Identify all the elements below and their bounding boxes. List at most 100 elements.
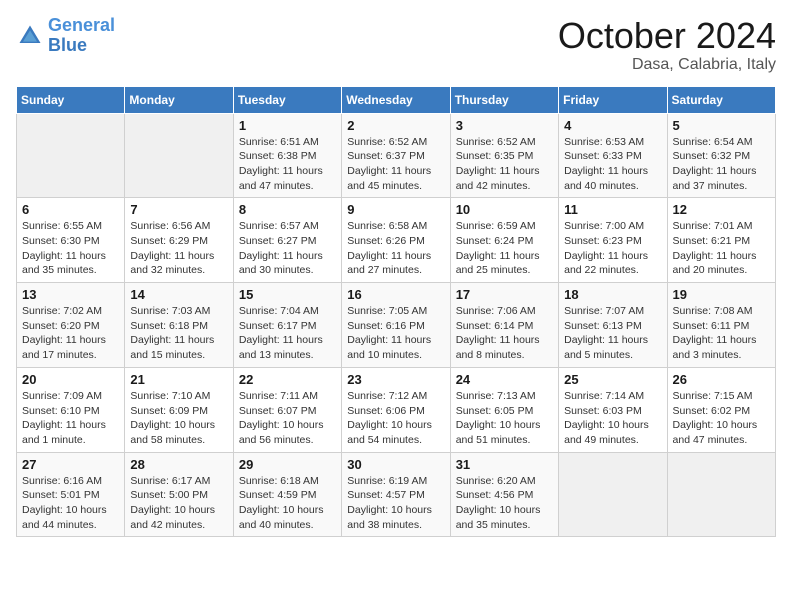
calendar-header: SundayMondayTuesdayWednesdayThursdayFrid… [17,86,776,113]
day-number: 24 [456,372,553,387]
day-info: Sunrise: 7:06 AMSunset: 6:14 PMDaylight:… [456,304,553,363]
day-number: 3 [456,118,553,133]
day-info: Sunrise: 7:14 AMSunset: 6:03 PMDaylight:… [564,389,661,448]
day-number: 13 [22,287,119,302]
day-number: 6 [22,202,119,217]
calendar-cell: 15Sunrise: 7:04 AMSunset: 6:17 PMDayligh… [233,283,341,368]
header-monday: Monday [125,86,233,113]
day-info: Sunrise: 6:16 AMSunset: 5:01 PMDaylight:… [22,474,119,533]
day-number: 7 [130,202,227,217]
calendar-cell: 11 Sunrise: 7:00 AMSunset: 6:23 PMDayligh… [559,198,667,283]
calendar-cell: 2 Sunrise: 6:52 AMSunset: 6:37 PMDaylight… [342,113,450,198]
day-number: 18 [564,287,661,302]
day-number: 10 [456,202,553,217]
day-info: Sunrise: 7:05 AMSunset: 6:16 PMDaylight:… [347,304,444,363]
logo-text: General Blue [48,16,115,56]
day-info: Sunrise: 6:55 AMSunset: 6:30 PMDaylight:… [22,219,119,278]
calendar-cell: 16 Sunrise: 7:05 AMSunset: 6:16 PMDayligh… [342,283,450,368]
week-row-1: 6 Sunrise: 6:55 AMSunset: 6:30 PMDaylight… [17,198,776,283]
day-number: 23 [347,372,444,387]
calendar-cell: 18 Sunrise: 7:07 AMSunset: 6:13 PMDayligh… [559,283,667,368]
day-number: 2 [347,118,444,133]
day-number: 9 [347,202,444,217]
header-row: SundayMondayTuesdayWednesdayThursdayFrid… [17,86,776,113]
day-number: 15 [239,287,336,302]
calendar-cell: 29 Sunrise: 6:18 AMSunset: 4:59 PMDayligh… [233,452,341,537]
calendar-cell: 26Sunrise: 7:15 AMSunset: 6:02 PMDayligh… [667,367,775,452]
day-number: 22 [239,372,336,387]
day-info: Sunrise: 7:15 AMSunset: 6:02 PMDaylight:… [673,389,770,448]
calendar-cell: 10 Sunrise: 6:59 AMSunset: 6:24 PMDayligh… [450,198,558,283]
title-block: October 2024 Dasa, Calabria, Italy [558,16,776,74]
week-row-4: 27 Sunrise: 6:16 AMSunset: 5:01 PMDayligh… [17,452,776,537]
calendar-cell: 5 Sunrise: 6:54 AMSunset: 6:32 PMDaylight… [667,113,775,198]
day-info: Sunrise: 6:56 AMSunset: 6:29 PMDaylight:… [130,219,227,278]
day-number: 30 [347,457,444,472]
page-header: General Blue October 2024 Dasa, Calabria… [16,16,776,74]
calendar-cell: 31 Sunrise: 6:20 AMSunset: 4:56 PMDayligh… [450,452,558,537]
header-wednesday: Wednesday [342,86,450,113]
day-number: 17 [456,287,553,302]
calendar-cell [17,113,125,198]
day-info: Sunrise: 7:00 AMSunset: 6:23 PMDaylight:… [564,219,661,278]
logo-blue: Blue [48,35,87,55]
calendar-cell: 13 Sunrise: 7:02 AMSunset: 6:20 PMDayligh… [17,283,125,368]
day-info: Sunrise: 7:10 AMSunset: 6:09 PMDaylight:… [130,389,227,448]
calendar-cell [125,113,233,198]
logo-general: General [48,15,115,35]
week-row-0: 1 Sunrise: 6:51 AMSunset: 6:38 PMDaylight… [17,113,776,198]
day-info: Sunrise: 6:17 AMSunset: 5:00 PMDaylight:… [130,474,227,533]
day-number: 20 [22,372,119,387]
day-number: 29 [239,457,336,472]
day-number: 4 [564,118,661,133]
calendar-cell [667,452,775,537]
calendar-cell: 6 Sunrise: 6:55 AMSunset: 6:30 PMDaylight… [17,198,125,283]
calendar-cell: 19 Sunrise: 7:08 AMSunset: 6:11 PMDayligh… [667,283,775,368]
calendar-cell: 21 Sunrise: 7:10 AMSunset: 6:09 PMDayligh… [125,367,233,452]
day-number: 19 [673,287,770,302]
calendar-cell: 1 Sunrise: 6:51 AMSunset: 6:38 PMDaylight… [233,113,341,198]
day-number: 21 [130,372,227,387]
day-info: Sunrise: 7:08 AMSunset: 6:11 PMDaylight:… [673,304,770,363]
day-info: Sunrise: 6:53 AMSunset: 6:33 PMDaylight:… [564,135,661,194]
calendar-cell: 20 Sunrise: 7:09 AMSunset: 6:10 PMDayligh… [17,367,125,452]
calendar-cell: 30 Sunrise: 6:19 AMSunset: 4:57 PMDayligh… [342,452,450,537]
day-info: Sunrise: 6:52 AMSunset: 6:35 PMDaylight:… [456,135,553,194]
day-number: 12 [673,202,770,217]
calendar-cell: 23 Sunrise: 7:12 AMSunset: 6:06 PMDayligh… [342,367,450,452]
day-info: Sunrise: 6:19 AMSunset: 4:57 PMDaylight:… [347,474,444,533]
location-title: Dasa, Calabria, Italy [558,56,776,74]
calendar-cell: 27 Sunrise: 6:16 AMSunset: 5:01 PMDayligh… [17,452,125,537]
day-info: Sunrise: 7:12 AMSunset: 6:06 PMDaylight:… [347,389,444,448]
week-row-3: 20 Sunrise: 7:09 AMSunset: 6:10 PMDayligh… [17,367,776,452]
day-info: Sunrise: 6:18 AMSunset: 4:59 PMDaylight:… [239,474,336,533]
day-info: Sunrise: 7:11 AMSunset: 6:07 PMDaylight:… [239,389,336,448]
header-thursday: Thursday [450,86,558,113]
day-number: 1 [239,118,336,133]
day-info: Sunrise: 7:09 AMSunset: 6:10 PMDaylight:… [22,389,119,448]
day-info: Sunrise: 6:59 AMSunset: 6:24 PMDaylight:… [456,219,553,278]
day-number: 27 [22,457,119,472]
calendar-cell: 22 Sunrise: 7:11 AMSunset: 6:07 PMDayligh… [233,367,341,452]
day-info: Sunrise: 6:54 AMSunset: 6:32 PMDaylight:… [673,135,770,194]
day-info: Sunrise: 6:51 AMSunset: 6:38 PMDaylight:… [239,135,336,194]
calendar-cell: 25Sunrise: 7:14 AMSunset: 6:03 PMDayligh… [559,367,667,452]
calendar-cell: 9Sunrise: 6:58 AMSunset: 6:26 PMDaylight… [342,198,450,283]
day-number: 8 [239,202,336,217]
day-info: Sunrise: 6:20 AMSunset: 4:56 PMDaylight:… [456,474,553,533]
day-number: 31 [456,457,553,472]
header-tuesday: Tuesday [233,86,341,113]
day-number: 16 [347,287,444,302]
calendar-cell: 24Sunrise: 7:13 AMSunset: 6:05 PMDayligh… [450,367,558,452]
day-number: 11 [564,202,661,217]
day-info: Sunrise: 7:02 AMSunset: 6:20 PMDaylight:… [22,304,119,363]
day-number: 5 [673,118,770,133]
day-info: Sunrise: 7:07 AMSunset: 6:13 PMDaylight:… [564,304,661,363]
calendar-table: SundayMondayTuesdayWednesdayThursdayFrid… [16,86,776,538]
header-sunday: Sunday [17,86,125,113]
calendar-cell: 12Sunrise: 7:01 AMSunset: 6:21 PMDayligh… [667,198,775,283]
day-info: Sunrise: 6:52 AMSunset: 6:37 PMDaylight:… [347,135,444,194]
logo: General Blue [16,16,115,56]
day-info: Sunrise: 7:03 AMSunset: 6:18 PMDaylight:… [130,304,227,363]
calendar-cell: 7 Sunrise: 6:56 AMSunset: 6:29 PMDaylight… [125,198,233,283]
